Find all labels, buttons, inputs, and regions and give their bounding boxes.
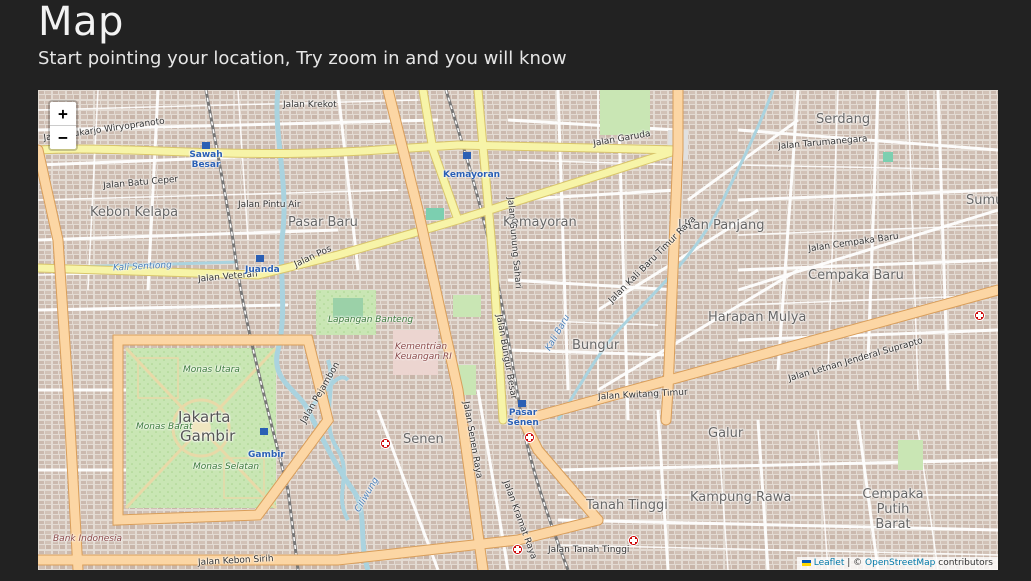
leaflet-link[interactable]: Leaflet bbox=[814, 558, 845, 568]
station-label: Pasar Senen bbox=[507, 408, 539, 428]
district-label: Cempaka Putih Barat bbox=[862, 487, 924, 532]
station-label: Kemayoran bbox=[443, 170, 501, 180]
station-label: Juanda bbox=[245, 265, 280, 275]
road-label: Jalan Krekot bbox=[283, 100, 337, 110]
zoom-out-button[interactable]: − bbox=[50, 126, 76, 149]
hospital-icon[interactable] bbox=[628, 535, 639, 546]
district-label: Harapan Mulya bbox=[708, 310, 807, 325]
district-label: Kampung Rawa bbox=[690, 490, 792, 505]
station-label: Sawah Besar bbox=[189, 150, 223, 170]
hospital-icon[interactable] bbox=[512, 544, 523, 555]
hospital-icon[interactable] bbox=[380, 438, 391, 449]
map-container[interactable]: Kebon Kelapa Pasar Baru Kemayoran Utan P… bbox=[38, 90, 998, 570]
district-label: Bungur bbox=[572, 338, 620, 353]
zoom-control: + − bbox=[48, 100, 78, 151]
park-label: Lapangan Banteng bbox=[328, 315, 414, 325]
place-label: Bank Indonesia bbox=[53, 534, 122, 544]
district-label: Pasar Baru bbox=[288, 215, 358, 230]
district-label: Senen bbox=[403, 432, 444, 447]
place-label: Kementrian Keuangan RI bbox=[395, 342, 452, 362]
map-tiles[interactable] bbox=[38, 90, 998, 570]
district-label: Tanah Tinggi bbox=[586, 498, 668, 513]
zoom-in-button[interactable]: + bbox=[50, 102, 76, 126]
station-label: Gambir bbox=[248, 450, 285, 460]
district-label: Galur bbox=[708, 426, 744, 441]
district-label: Sumur bbox=[966, 193, 998, 208]
ukraine-flag-icon bbox=[801, 559, 811, 566]
park-label: Monas Selatan bbox=[193, 462, 260, 472]
map-attribution: Leaflet | © OpenStreetMap contributors bbox=[796, 557, 998, 570]
attribution-contributors: contributors bbox=[935, 558, 993, 568]
hospital-icon[interactable] bbox=[524, 432, 535, 443]
page-title: Map bbox=[38, 0, 124, 45]
osm-link[interactable]: OpenStreetMap bbox=[865, 558, 935, 568]
road-label: Jalan Tanah Tinggi bbox=[548, 545, 630, 555]
district-label: Serdang bbox=[816, 112, 871, 127]
district-label: Cempaka Baru bbox=[808, 268, 904, 283]
park-label: Monas Barat bbox=[136, 422, 193, 432]
district-label: Kebon Kelapa bbox=[90, 205, 179, 220]
road-label: Jalan Pintu Air bbox=[238, 200, 301, 210]
page-subtitle: Start pointing your location, Try zoom i… bbox=[38, 48, 567, 69]
park-label: Monas Utara bbox=[183, 365, 240, 375]
hospital-icon[interactable] bbox=[974, 310, 985, 321]
attribution-separator: | © bbox=[844, 558, 866, 568]
